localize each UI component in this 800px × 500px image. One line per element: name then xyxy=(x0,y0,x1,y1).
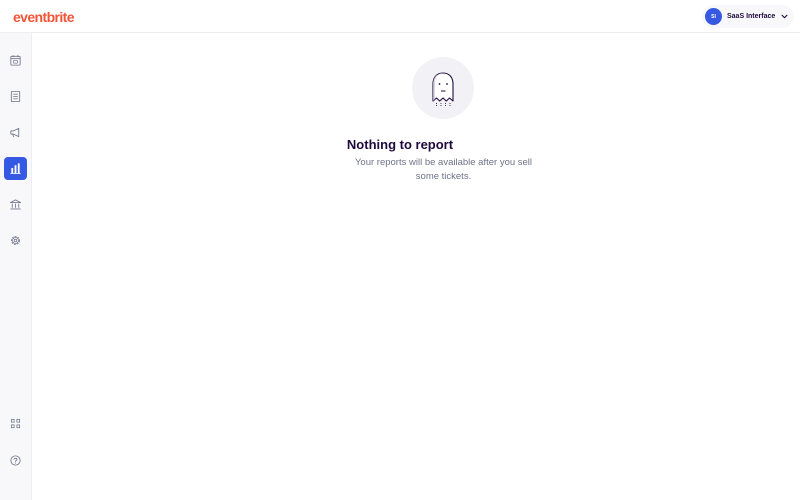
ghost-icon xyxy=(432,72,454,106)
sidebar-item-apps[interactable] xyxy=(4,412,27,435)
account-name: SaaS Interface xyxy=(727,13,776,20)
bank-icon xyxy=(9,199,22,210)
sidebar-item-orders[interactable] xyxy=(4,85,27,108)
sidebar-item-help[interactable] xyxy=(4,449,27,472)
grid-icon xyxy=(10,418,21,429)
calendar-icon xyxy=(10,55,21,66)
eventbrite-logo[interactable]: eventbrite xyxy=(13,9,75,25)
document-icon xyxy=(10,90,21,103)
empty-state-title: Nothing to report xyxy=(346,137,454,152)
bar-chart-icon xyxy=(10,163,21,175)
empty-state-message: Your reports will be available after you… xyxy=(354,157,533,182)
help-icon xyxy=(10,455,21,466)
main-content xyxy=(32,33,800,500)
sidebar-item-finance[interactable] xyxy=(4,193,27,216)
sidebar-item-settings[interactable] xyxy=(4,229,27,252)
top-bar: eventbrite SI SaaS Interface xyxy=(0,0,800,33)
sidebar-item-reporting[interactable] xyxy=(4,157,27,180)
avatar: SI xyxy=(705,8,722,25)
empty-state-illustration xyxy=(412,57,474,119)
sidebar xyxy=(0,33,32,500)
gear-icon xyxy=(11,236,20,245)
account-menu-button[interactable]: SI SaaS Interface xyxy=(702,5,794,28)
sidebar-item-events[interactable] xyxy=(4,49,27,72)
chevron-down-icon xyxy=(781,13,788,20)
